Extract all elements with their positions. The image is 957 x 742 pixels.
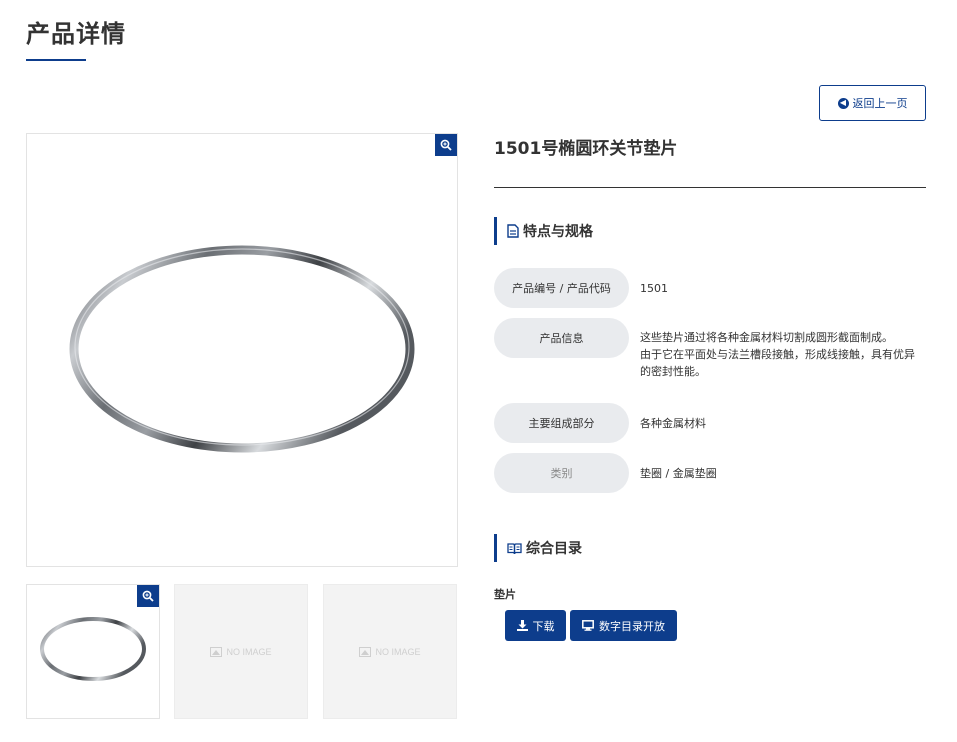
spec-row-product-info: 产品信息 这些垫片通过将各种金属材料切割成圆形截面制成。 由于它在平面处与法兰槽…: [494, 318, 930, 380]
main-product-image[interactable]: [26, 133, 458, 567]
spec-row-composition: 主要组成部分 各种金属材料: [494, 403, 930, 443]
image-placeholder-icon: [359, 646, 372, 657]
monitor-icon: [582, 620, 594, 631]
spec-label: 主要组成部分: [494, 403, 629, 443]
digital-catalog-button[interactable]: 数字目录开放: [570, 610, 677, 641]
image-placeholder-icon: [210, 646, 223, 657]
thumbnail-3[interactable]: NO IMAGE: [323, 584, 457, 719]
catalog-item-label: 垫片: [494, 588, 516, 601]
catalog-heading-label: 综合目录: [526, 541, 582, 557]
zoom-in-icon[interactable]: [137, 585, 159, 607]
spec-value: 1501: [640, 282, 668, 295]
download-icon: [516, 620, 528, 631]
back-button-label: 返回上一页: [852, 97, 908, 110]
page-title: 产品详情: [26, 20, 126, 48]
spec-value: 各种金属材料: [640, 417, 706, 430]
specs-heading: 特点与规格: [494, 217, 593, 245]
specs-heading-label: 特点与规格: [523, 224, 593, 240]
product-title: 1501号椭圆环关节垫片: [494, 139, 678, 159]
thumbnail-2[interactable]: NO IMAGE: [174, 584, 308, 719]
spec-value: 这些垫片通过将各种金属材料切割成圆形截面制成。 由于它在平面处与法兰槽段接触，形…: [640, 329, 930, 380]
download-button[interactable]: 下载: [505, 610, 566, 641]
spec-row-category: 类别 垫圈 / 金属垫圈: [494, 453, 930, 493]
spec-label: 产品编号 / 产品代码: [494, 268, 629, 308]
back-button[interactable]: ◀ 返回上一页: [819, 85, 926, 121]
divider: [494, 187, 926, 188]
spec-value-line: 的密封性能。: [640, 365, 706, 378]
document-icon: [507, 224, 519, 238]
spec-label: 类别: [494, 453, 629, 493]
spec-value-line: 这些垫片通过将各种金属材料切割成圆形截面制成。: [640, 331, 893, 344]
spec-label: 产品信息: [494, 318, 629, 358]
no-image-label: NO IMAGE: [375, 646, 421, 657]
title-underline: [26, 59, 86, 61]
zoom-in-icon[interactable]: [435, 134, 457, 156]
no-image-label: NO IMAGE: [226, 646, 272, 657]
download-button-label: 下载: [532, 619, 555, 633]
thumbnail-1[interactable]: [26, 584, 160, 719]
spec-value-line: 由于它在平面处与法兰槽段接触，形成线接触，具有优异: [640, 348, 915, 361]
ring-gasket-image: [69, 245, 415, 453]
spec-row-product-code: 产品编号 / 产品代码 1501: [494, 268, 930, 308]
spec-value: 垫圈 / 金属垫圈: [640, 467, 717, 480]
book-icon: [507, 542, 522, 554]
digital-catalog-button-label: 数字目录开放: [599, 619, 665, 633]
catalog-heading: 综合目录: [494, 534, 582, 562]
arrow-left-circle-icon: ◀: [837, 97, 849, 109]
